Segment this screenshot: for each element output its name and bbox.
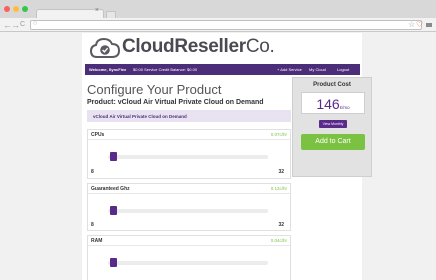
ghz-slider-track[interactable] bbox=[108, 209, 268, 213]
ghz-label: Guaranteed Ghz bbox=[91, 186, 130, 192]
page-icon: ○ bbox=[33, 20, 38, 27]
cpu-max-value: 32 bbox=[278, 169, 284, 175]
ghz-section-header: Guaranteed Ghz 0.12c/hr bbox=[88, 184, 290, 194]
cloud-logo-icon bbox=[90, 37, 120, 58]
cpu-price: 0.07c/hr bbox=[270, 132, 287, 137]
ram-section: RAM 0.04c/hr bbox=[87, 235, 291, 280]
close-window-dot[interactable] bbox=[4, 6, 10, 12]
browser-window: × ← → C ○ ☆ ♡ CloudResellerCo. Welcome, … bbox=[0, 0, 436, 280]
shield-icon[interactable]: ♡ bbox=[416, 19, 423, 31]
product-tag: vCloud Air Virtual Private Cloud on Dema… bbox=[87, 110, 291, 122]
cpu-label: CPUs bbox=[91, 132, 105, 138]
ram-slider-track[interactable] bbox=[108, 261, 268, 265]
brand-logo[interactable]: CloudResellerCo. bbox=[90, 33, 330, 63]
welcome-text: Welcome, SyncFlex bbox=[89, 67, 127, 72]
price-unit: ¢/mo bbox=[339, 105, 350, 110]
cpu-section-header: CPUs 0.07c/hr bbox=[88, 130, 290, 140]
ghz-price: 0.12c/hr bbox=[270, 186, 287, 191]
ram-slider-handle[interactable] bbox=[110, 258, 117, 267]
cpu-slider-handle[interactable] bbox=[110, 152, 117, 161]
new-tab-button[interactable] bbox=[106, 11, 116, 18]
reload-icon[interactable]: C bbox=[20, 19, 25, 31]
minimize-window-dot[interactable] bbox=[13, 6, 19, 12]
product-name: Product: vCloud Air Virtual Private Clou… bbox=[87, 99, 264, 106]
credit-balance: $0.00 Service Credit Balance: $0.00 bbox=[133, 67, 198, 72]
brand-suffix: Co. bbox=[245, 36, 275, 57]
menu-icon[interactable] bbox=[426, 23, 432, 27]
ghz-max-value: 32 bbox=[278, 222, 284, 228]
page-title: Configure Your Product bbox=[87, 82, 222, 97]
address-bar[interactable]: ○ bbox=[30, 20, 422, 30]
add-to-cart-button[interactable]: Add to Cart bbox=[301, 134, 365, 150]
cpu-section: CPUs 0.07c/hr 8 32 bbox=[87, 129, 291, 179]
logout-link[interactable]: Logout bbox=[337, 67, 349, 72]
product-cost-panel: Product Cost 146¢/mo View Monthly Add to… bbox=[292, 77, 372, 177]
account-bar: Welcome, SyncFlex $0.00 Service Credit B… bbox=[85, 64, 360, 75]
brand-name: CloudResellerCo. bbox=[122, 36, 275, 58]
tab-close-icon[interactable]: × bbox=[95, 7, 99, 14]
price-value: 146 bbox=[316, 96, 340, 112]
browser-toolbar: ← → C ○ ☆ ♡ bbox=[0, 18, 436, 32]
star-icon[interactable]: ☆ bbox=[408, 19, 415, 31]
ghz-slider-handle[interactable] bbox=[110, 206, 117, 215]
ram-section-header: RAM 0.04c/hr bbox=[88, 236, 290, 246]
ghz-min-value: 8 bbox=[91, 222, 94, 228]
product-cost-title: Product Cost bbox=[313, 82, 351, 88]
cpu-min-value: 8 bbox=[91, 169, 94, 175]
forward-icon[interactable]: → bbox=[11, 19, 20, 31]
price-display: 146¢/mo bbox=[301, 92, 365, 114]
my-cloud-link[interactable]: My Cloud bbox=[309, 67, 326, 72]
tab-bar: × bbox=[0, 0, 436, 18]
view-monthly-button[interactable]: View Monthly bbox=[319, 120, 347, 128]
brand-name-text: CloudReseller bbox=[122, 36, 246, 57]
cpu-slider-track[interactable] bbox=[108, 155, 268, 159]
ghz-section: Guaranteed Ghz 0.12c/hr 8 32 bbox=[87, 183, 291, 231]
browser-tab[interactable]: × bbox=[36, 7, 104, 18]
ram-price: 0.04c/hr bbox=[270, 238, 287, 243]
add-service-link[interactable]: + Add Service bbox=[277, 67, 302, 72]
ram-label: RAM bbox=[91, 238, 103, 244]
zoom-window-dot[interactable] bbox=[22, 6, 28, 12]
